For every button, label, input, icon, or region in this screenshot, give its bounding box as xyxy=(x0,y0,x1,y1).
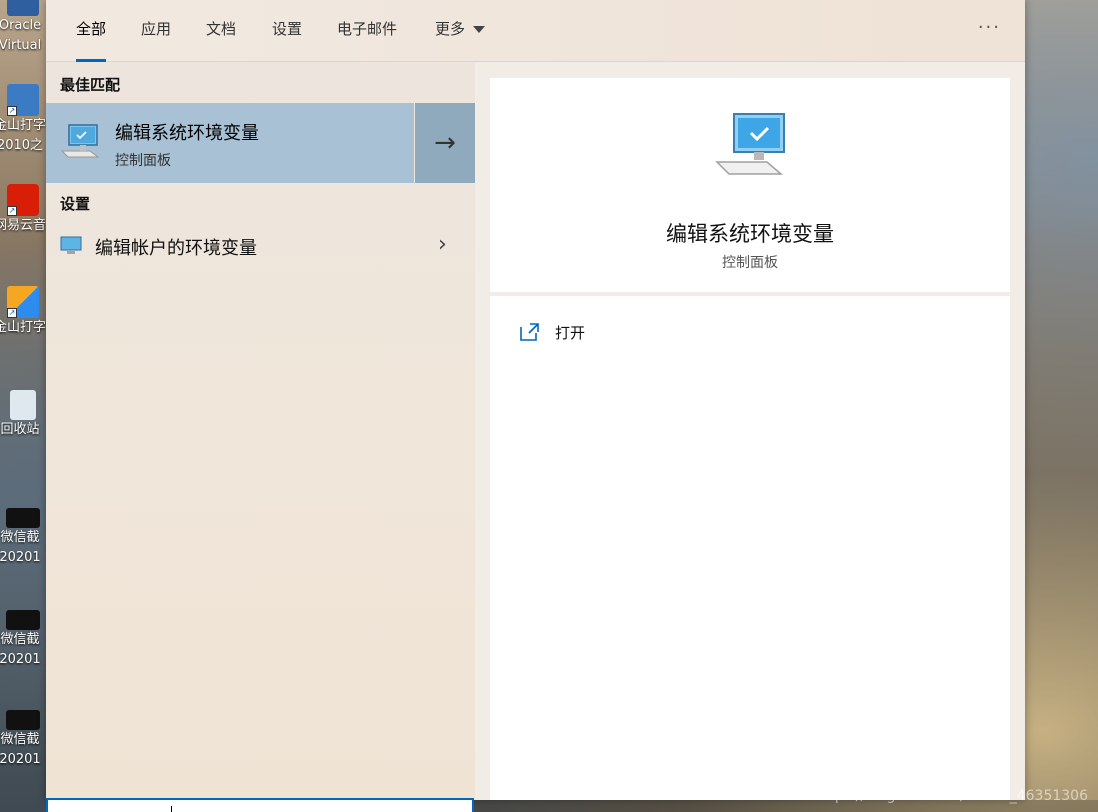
shortcut-arrow-icon: ↗ xyxy=(7,308,17,318)
open-details-arrow-button[interactable]: → xyxy=(415,103,475,183)
results-list: 最佳匹配 编辑系统环境变量 控制面板 → 设置 编辑帐户的环境变量 › xyxy=(46,62,475,800)
image-file-icon xyxy=(6,508,40,528)
best-match-subtitle: 控制面板 xyxy=(115,153,171,169)
typing-app-icon: ↗ xyxy=(7,286,39,318)
desktop-icon-label: 金山打字 xyxy=(0,320,46,335)
tab-label: 更多 xyxy=(435,20,466,38)
tab-apps[interactable]: 应用 xyxy=(141,0,171,62)
image-file-icon xyxy=(6,710,40,730)
desktop-icon-screenshot-3[interactable]: 微信截 20201 xyxy=(0,710,46,770)
best-match-title: 编辑系统环境变量 xyxy=(115,123,259,144)
tab-label: 全部 xyxy=(76,20,107,38)
caret-down-icon xyxy=(473,26,486,33)
virtualbox-icon xyxy=(7,0,39,16)
tab-settings[interactable]: 设置 xyxy=(272,0,302,62)
netease-music-icon: ↗ xyxy=(7,184,39,216)
tab-label: 文档 xyxy=(206,20,237,38)
details-subtitle: 控制面板 xyxy=(722,255,778,271)
best-match-result[interactable]: 编辑系统环境变量 控制面板 xyxy=(46,103,414,183)
computer-icon xyxy=(715,113,785,175)
details-header-card: 编辑系统环境变量 控制面板 xyxy=(490,78,1010,292)
tab-label: 设置 xyxy=(272,20,303,38)
tab-label: 应用 xyxy=(141,20,172,38)
desktop-icon-label: 微信截 20201 xyxy=(0,530,41,565)
desktop-icon-label: 网易云音 xyxy=(0,218,46,233)
open-window-icon xyxy=(520,323,539,341)
desktop-icon-label: Oracle Virtual xyxy=(0,18,42,53)
shortcut-arrow-icon: ↗ xyxy=(7,206,17,216)
shortcut-arrow-icon: ↗ xyxy=(7,106,17,116)
tab-documents[interactable]: 文档 xyxy=(206,0,236,62)
computer-icon xyxy=(60,124,100,158)
monitor-icon xyxy=(60,236,82,254)
desktop-icon-typing-2010[interactable]: ↗ 金山打字 2010之 xyxy=(0,84,46,156)
desktop-icon-screenshot-2[interactable]: 微信截 20201 xyxy=(0,610,46,670)
best-match-heading: 最佳匹配 xyxy=(60,76,121,94)
more-options-button[interactable]: ··· xyxy=(978,0,1001,62)
desktop-icon-label: 微信截 20201 xyxy=(0,632,41,667)
typing-app-icon: ↗ xyxy=(7,84,39,116)
details-title: 编辑系统环境变量 xyxy=(666,222,834,246)
desktop-icons: Oracle Virtual ↗ 金山打字 2010之 ↗ 网易云音 ↗ 金山打… xyxy=(0,0,46,812)
search-input[interactable] xyxy=(46,798,474,812)
settings-item-label: 编辑帐户的环境变量 xyxy=(95,238,257,259)
tab-more[interactable]: 更多 xyxy=(435,0,486,62)
desktop-icon-oracle[interactable]: Oracle Virtual xyxy=(0,0,46,56)
desktop-icon-recycle-bin[interactable]: 回收站 xyxy=(0,390,46,440)
watermark: https://blog.csdn.net/weixin_46351306 xyxy=(814,788,1088,804)
details-pane: 编辑系统环境变量 控制面板 打开 xyxy=(475,62,1025,800)
desktop-icon-typing[interactable]: ↗ 金山打字 xyxy=(0,286,46,338)
text-caret xyxy=(171,806,172,812)
settings-result-item[interactable]: 编辑帐户的环境变量 › xyxy=(46,224,475,268)
details-actions: 打开 xyxy=(490,296,1010,800)
arrow-right-icon: → xyxy=(434,128,456,158)
search-tab-bar: 全部 应用 文档 设置 电子邮件 更多 ··· xyxy=(46,0,1025,62)
open-action-label: 打开 xyxy=(555,324,586,342)
settings-heading: 设置 xyxy=(60,195,91,213)
tab-email[interactable]: 电子邮件 xyxy=(337,0,397,62)
desktop-icon-screenshot-1[interactable]: 微信截 20201 xyxy=(0,508,46,568)
desktop-icon-label: 回收站 xyxy=(0,422,40,437)
desktop-icon-label: 微信截 20201 xyxy=(0,732,41,767)
desktop-icon-label: 金山打字 2010之 xyxy=(0,118,46,153)
chevron-right-icon: › xyxy=(438,232,447,257)
tab-all[interactable]: 全部 xyxy=(76,0,107,62)
search-panel: 全部 应用 文档 设置 电子邮件 更多 ··· 最佳匹配 编辑系统环境变量 控制… xyxy=(46,0,1025,800)
recycle-bin-icon xyxy=(10,390,36,420)
tab-label: 电子邮件 xyxy=(337,20,398,38)
desktop-icon-netease-music[interactable]: ↗ 网易云音 xyxy=(0,184,46,236)
image-file-icon xyxy=(6,610,40,630)
